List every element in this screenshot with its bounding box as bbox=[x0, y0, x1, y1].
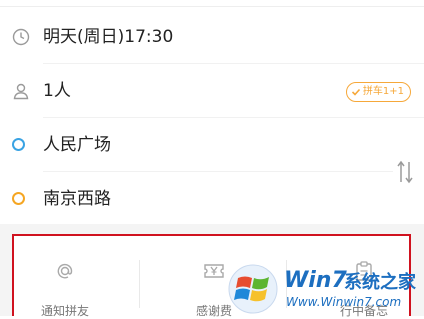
destination-location: 南京西路 bbox=[43, 189, 111, 209]
person-icon bbox=[13, 83, 29, 100]
watermark-brand: Win7 bbox=[284, 268, 347, 293]
destination-dot-icon bbox=[12, 192, 25, 205]
at-icon bbox=[57, 263, 73, 279]
carpool-badge-label: 拼车1+1 bbox=[362, 86, 404, 97]
origin-dot-icon bbox=[12, 138, 25, 151]
notify-carpool-button[interactable]: 通知拼友 bbox=[5, 254, 125, 318]
swap-locations-icon[interactable] bbox=[396, 158, 414, 186]
action-divider bbox=[139, 260, 140, 308]
clock-icon bbox=[12, 28, 30, 46]
passenger-count: 1人 bbox=[43, 81, 71, 101]
top-divider bbox=[0, 0, 424, 7]
destination-row[interactable]: 南京西路 bbox=[0, 172, 424, 226]
departure-time: 明天(周日)17:30 bbox=[43, 27, 174, 47]
time-row[interactable]: 明天(周日)17:30 bbox=[0, 10, 424, 64]
watermark-logo: Win7 系统之家 Www.Winwin7.com bbox=[222, 262, 418, 316]
watermark-text: 系统之家 bbox=[344, 272, 416, 293]
check-icon bbox=[351, 88, 360, 96]
carpool-badge[interactable]: 拼车1+1 bbox=[345, 82, 411, 102]
windows-logo-icon bbox=[228, 264, 278, 314]
origin-location: 人民广场 bbox=[43, 135, 111, 155]
origin-row[interactable]: 人民广场 bbox=[0, 118, 424, 172]
notify-carpool-label: 通知拼友 bbox=[40, 304, 89, 318]
watermark-url: Www.Winwin7.com bbox=[286, 295, 402, 309]
